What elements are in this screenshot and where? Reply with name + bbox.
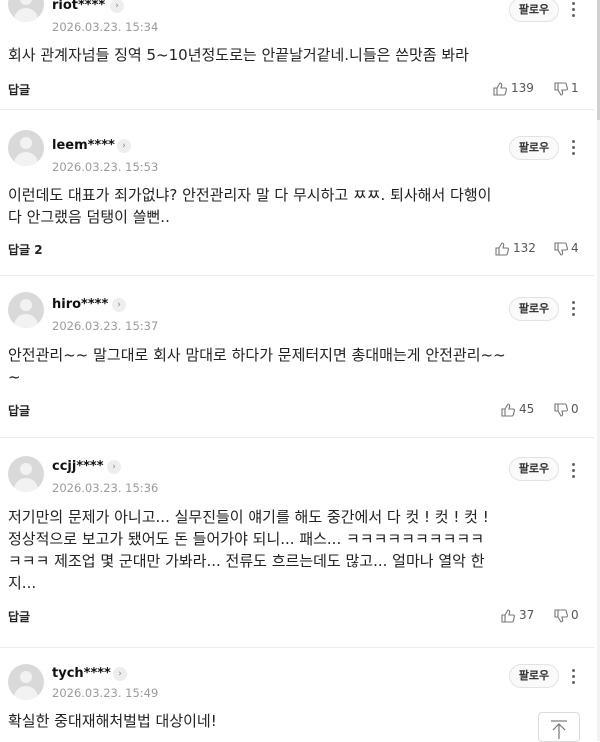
divider: [0, 109, 594, 110]
comment-item: hiro**** › 2026.03.23. 15:37 팔로우 안전관리~~ …: [0, 292, 594, 438]
follow-button[interactable]: 팔로우: [509, 457, 559, 481]
comment-body: 확실한 중대재해처벌법 대상이네!: [8, 710, 568, 732]
avatar[interactable]: [8, 292, 44, 328]
comment-body: 이런데도 대표가 죄가없냐? 안전관리자 말 다 무시하고 ㅉㅉ. 퇴사해서 다…: [8, 184, 568, 228]
reply-button[interactable]: 답글: [8, 81, 30, 98]
comment-date: 2026.03.23. 15:49: [52, 686, 159, 700]
divider: [0, 275, 594, 276]
thumbs-up-icon: [501, 609, 515, 623]
dislike-button[interactable]: 4: [553, 241, 583, 257]
more-vertical-icon[interactable]: [566, 667, 580, 685]
info-icon[interactable]: ›: [107, 460, 121, 474]
comment-line: 정상적으로 보고가 됐어도 돈 들어가야 되니... 패스... ㅋㅋㅋㅋㅋㅋㅋ…: [8, 530, 484, 548]
comment-username[interactable]: riot****: [52, 0, 105, 13]
arrow-up-icon: [551, 720, 567, 739]
comment-item: riot**** › 2026.03.23. 15:34 팔로우 회사 관계자넘…: [0, 0, 594, 110]
dislike-count: 0: [571, 608, 579, 622]
dislike-count: 1: [571, 81, 579, 95]
dislike-count: 0: [571, 402, 579, 416]
comment-line: 다 안그랬음 덤탱이 쓸뻔..: [8, 208, 170, 226]
comment-body: 회사 관계자넘들 징역 5~10년정도로는 안끝날거같네.니들은 쓴맛좀 봐라: [8, 44, 568, 66]
like-count: 45: [519, 402, 535, 416]
comment-line: 저기만의 문제가 아니고... 실무진들이 얘기를 해도 중간에서 다 컷 ! …: [8, 508, 489, 526]
comment-line: ㅋㅋㅋ 제조업 몇 군대만 가봐라... 전류도 흐르는데도 많고... 얼마나…: [8, 552, 485, 570]
like-count: 132: [513, 241, 536, 255]
comment-username[interactable]: leem****: [52, 138, 115, 153]
follow-button[interactable]: 팔로우: [509, 136, 559, 160]
dislike-button[interactable]: 0: [553, 402, 583, 418]
avatar[interactable]: [8, 0, 44, 22]
thumbs-down-icon: [554, 82, 568, 96]
thumbs-down-icon: [554, 242, 568, 256]
comment-date: 2026.03.23. 15:34: [52, 20, 159, 34]
thumbs-up-icon: [501, 403, 515, 417]
comment-body: 저기만의 문제가 아니고... 실무진들이 얘기를 해도 중간에서 다 컷 ! …: [8, 506, 568, 594]
avatar[interactable]: [8, 456, 44, 492]
comment-line: ~: [8, 368, 21, 386]
comment-body: 안전관리~~ 말그대로 회사 맘대로 하다가 문제터지면 총대매는게 안전관리~…: [8, 344, 568, 388]
reply-button[interactable]: 답글: [8, 608, 30, 625]
follow-button[interactable]: 팔로우: [509, 297, 559, 321]
reply-button[interactable]: 답글: [8, 402, 30, 419]
like-button[interactable]: 132: [494, 241, 538, 257]
comment-item: ccjj**** › 2026.03.23. 15:36 팔로우 저기만의 문제…: [0, 456, 594, 648]
like-button[interactable]: 45: [500, 402, 540, 418]
thumbs-up-icon: [493, 82, 507, 96]
reply-button[interactable]: 답글 2: [8, 241, 43, 258]
more-vertical-icon[interactable]: [566, 461, 580, 479]
comment-username[interactable]: ccjj****: [52, 459, 104, 474]
like-button[interactable]: 139: [492, 81, 536, 97]
comment-username[interactable]: hiro****: [52, 297, 108, 312]
thumbs-down-icon: [554, 609, 568, 623]
dislike-button[interactable]: 1: [553, 81, 583, 97]
comment-line: 확실한 중대재해처벌법 대상이네!: [8, 712, 217, 730]
info-icon[interactable]: ›: [112, 298, 126, 312]
comment-line: 안전관리~~ 말그대로 회사 맘대로 하다가 문제터지면 총대매는게 안전관리~…: [8, 346, 506, 364]
thumbs-up-icon: [495, 242, 509, 256]
comment-line: 이런데도 대표가 죄가없냐? 안전관리자 말 다 무시하고 ㅉㅉ. 퇴사해서 다…: [8, 186, 492, 204]
like-count: 139: [511, 81, 534, 95]
dislike-count: 4: [571, 241, 579, 255]
avatar[interactable]: [8, 664, 44, 700]
comment-date: 2026.03.23. 15:53: [52, 160, 159, 174]
divider: [0, 437, 594, 438]
comment-item: tych**** › 2026.03.23. 15:49 팔로우 확실한 중대재…: [0, 664, 594, 741]
comment-date: 2026.03.23. 15:37: [52, 319, 159, 333]
more-vertical-icon[interactable]: [566, 299, 580, 317]
comment-line: 지...: [8, 574, 37, 592]
like-count: 37: [519, 608, 535, 622]
info-icon[interactable]: ›: [110, 0, 124, 13]
divider: [0, 647, 594, 648]
follow-button[interactable]: 팔로우: [509, 0, 559, 22]
scroll-top-button[interactable]: [538, 712, 580, 742]
like-button[interactable]: 37: [500, 608, 540, 624]
comment-item: leem**** › 2026.03.23. 15:53 팔로우 이런데도 대표…: [0, 130, 594, 276]
thumbs-down-icon: [554, 403, 568, 417]
follow-button[interactable]: 팔로우: [509, 664, 559, 688]
dislike-button[interactable]: 0: [553, 608, 583, 624]
more-vertical-icon[interactable]: [566, 0, 580, 18]
more-vertical-icon[interactable]: [566, 138, 580, 156]
comment-username[interactable]: tych****: [52, 666, 111, 681]
info-icon[interactable]: ›: [117, 139, 131, 153]
info-icon[interactable]: ›: [113, 667, 127, 681]
avatar[interactable]: [8, 130, 44, 166]
comment-date: 2026.03.23. 15:36: [52, 481, 159, 495]
comment-line: 회사 관계자넘들 징역 5~10년정도로는 안끝날거같네.니들은 쓴맛좀 봐라: [8, 46, 469, 64]
